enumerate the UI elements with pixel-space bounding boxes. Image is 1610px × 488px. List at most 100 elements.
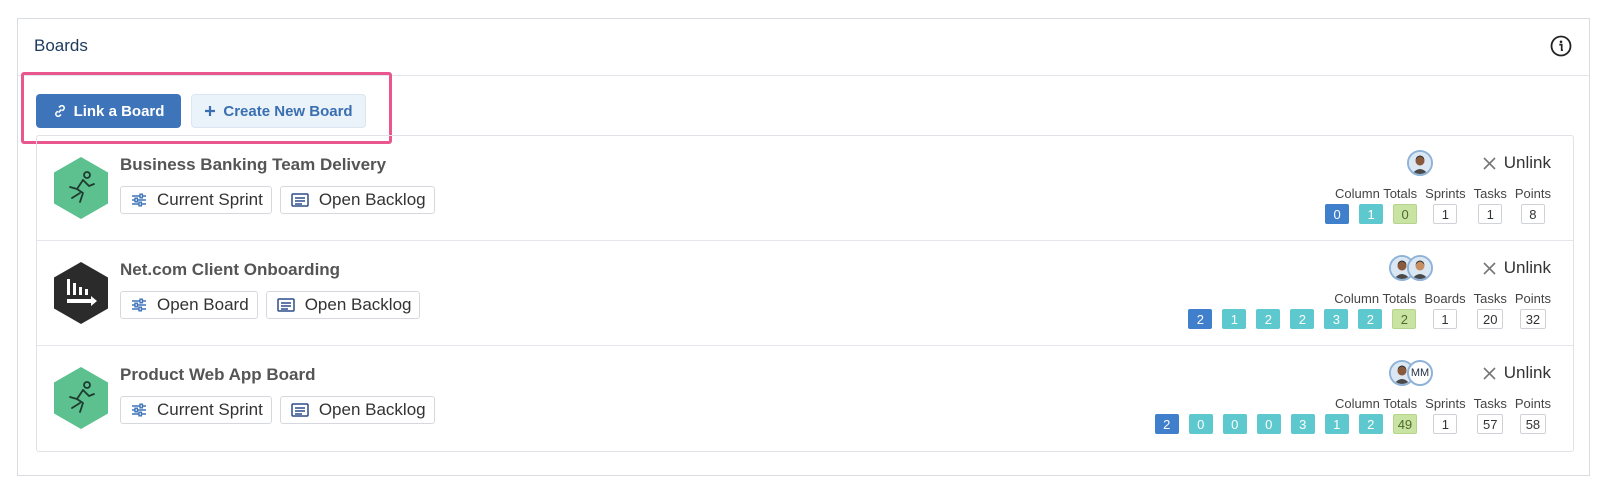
column-total-chip: 1 [1324,414,1349,434]
points-label: Points [1514,186,1551,201]
boards-list: Business Banking Team Delivery Current Sp… [36,135,1574,452]
points-value: 32 [1519,309,1547,329]
count-value: 1 [1433,204,1458,224]
column-total-chip: 2 [1290,309,1315,329]
link-board-button[interactable]: Link a Board [36,94,181,128]
sliders-icon [131,193,147,207]
board-links: Current Sprint Open Backlog [120,186,435,214]
board-link-label: Open Backlog [318,400,426,419]
count-label: Sprints [1425,186,1466,201]
column-total-chip: 2 [1358,309,1383,329]
board-link-button[interactable]: Open Backlog [279,186,435,214]
column-totals: Column Totals 0 1 0 [1325,186,1418,224]
board-members [1407,150,1433,176]
tasks-label: Tasks [1473,396,1507,411]
chart-arrow-icon [52,261,110,325]
column-total-chip: 0 [1393,204,1418,224]
close-icon [1483,261,1496,275]
count-stat: Boards 1 [1424,291,1466,329]
board-stats: Column Totals 2 0 0 0 3 1 2 49 Sprints 1 Tasks 57 Poi… [1154,396,1551,434]
column-total-chip: 2 [1392,309,1417,329]
board-link-label: Current Sprint [157,400,263,419]
tasks-value: 1 [1478,204,1503,224]
board-link-button[interactable]: Current Sprint [120,186,272,214]
unlink-label: Unlink [1503,363,1551,382]
points-value: 8 [1520,204,1545,224]
board-stats: Column Totals 0 1 0 Sprints 1 Tasks 1 Points 8 [1325,186,1551,224]
column-totals: Column Totals 2 0 0 0 3 1 2 49 [1154,396,1418,434]
unlink-label: Unlink [1503,153,1551,172]
column-totals-label: Column Totals [1335,186,1418,201]
runner-icon [52,156,110,220]
board-name[interactable]: Business Banking Team Delivery [120,155,386,175]
points-stat: Points 8 [1515,186,1551,224]
board-link-button[interactable]: Open Backlog [279,396,435,424]
board-stats-area: Unlink Column Totals 0 1 0 Sprints 1 Tasks 1 Poin… [855,150,1555,230]
column-total-chip: 2 [1188,309,1213,329]
list-icon [276,298,295,312]
tasks-value: 57 [1477,414,1504,434]
column-total-chip: 0 [1222,414,1247,434]
unlink-label: Unlink [1503,258,1551,277]
board-members [1389,255,1433,281]
column-totals: Column Totals 2 1 2 2 3 2 2 [1188,291,1417,329]
board-link-label: Open Board [157,295,249,314]
board-stats-area: Unlink Column Totals 2 1 2 2 3 2 2 Boards 1 Tasks 20… [855,255,1555,335]
panel-header: Boards [18,19,1589,76]
link-board-label: Link a Board [73,102,165,120]
tasks-stat: Tasks 20 [1474,291,1507,329]
column-total-chip: 3 [1324,309,1349,329]
board-links: Current Sprint Open Backlog [120,396,435,424]
create-board-button[interactable]: Create New Board [191,94,366,128]
board-name[interactable]: Net.com Client Onboarding [120,260,340,280]
list-icon [291,403,309,417]
tasks-label: Tasks [1473,291,1507,306]
column-total-chip: 2 [1154,414,1179,434]
board-link-button[interactable]: Open Backlog [265,291,421,319]
board-links: Open Board Open Backlog [120,291,421,319]
column-total-chip: 0 [1256,414,1281,434]
column-total-chip: 1 [1222,309,1247,329]
unlink-button[interactable]: Unlink [1483,153,1551,173]
info-icon[interactable] [1550,35,1572,57]
plus-icon [205,106,216,116]
board-link-label: Current Sprint [157,190,263,209]
points-stat: Points 32 [1515,291,1551,329]
points-label: Points [1514,396,1551,411]
count-value: 1 [1433,309,1458,329]
column-total-chip: 1 [1359,204,1384,224]
board-name[interactable]: Product Web App Board [120,365,316,385]
close-icon [1483,156,1496,170]
board-link-label: Open Backlog [318,190,426,209]
tasks-value: 20 [1477,309,1504,329]
create-board-label: Create New Board [223,102,353,120]
runner-icon [52,366,110,430]
column-totals-label: Column Totals [1335,396,1418,411]
sliders-icon [131,403,147,417]
count-stat: Sprints 1 [1425,186,1466,224]
column-total-chip: 3 [1290,414,1315,434]
count-label: Boards [1424,291,1466,306]
user-avatar[interactable] [1407,150,1433,176]
user-avatar[interactable] [1407,255,1433,281]
board-link-button[interactable]: Open Board [120,291,258,319]
count-value: 1 [1433,414,1458,434]
points-label: Points [1514,291,1551,306]
unlink-button[interactable]: Unlink [1483,363,1551,383]
column-total-chip: 2 [1256,309,1281,329]
column-totals-label: Column Totals [1334,291,1417,306]
unlink-button[interactable]: Unlink [1483,258,1551,278]
count-label: Sprints [1425,396,1466,411]
panel-title: Boards [34,36,88,55]
column-total-chip: 0 [1188,414,1213,434]
tasks-stat: Tasks 57 [1474,396,1507,434]
board-row: Business Banking Team Delivery Current Sp… [37,136,1573,241]
link-icon [54,104,65,118]
board-members: MM [1389,360,1433,386]
board-row: Net.com Client Onboarding Open Board Open … [37,241,1573,346]
user-avatar-initials[interactable]: MM [1407,360,1433,386]
board-stats-area: MM Unlink Column Totals 2 0 0 0 3 1 2 49 Sprints 1 Ta… [855,360,1555,440]
close-icon [1483,366,1496,380]
board-link-button[interactable]: Current Sprint [120,396,272,424]
board-link-label: Open Backlog [304,295,412,314]
